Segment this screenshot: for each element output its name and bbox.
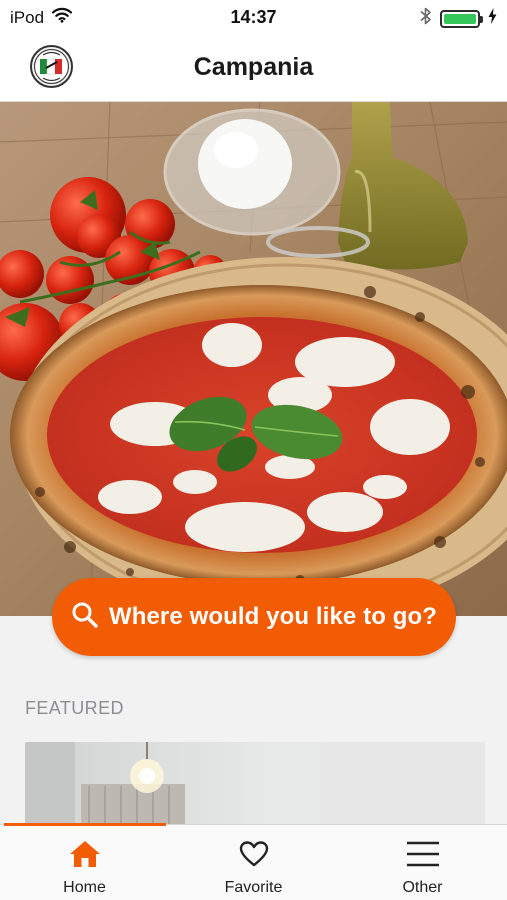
hero-image	[0, 102, 507, 616]
search-label: Where would you like to go?	[108, 603, 438, 630]
heart-icon	[239, 838, 269, 870]
bluetooth-icon	[420, 6, 432, 31]
tab-bar: Home Favorite Other	[0, 823, 507, 900]
featured-section-title: FEATURED	[25, 698, 124, 718]
home-icon	[69, 838, 101, 870]
battery-level	[444, 13, 476, 24]
tab-favorite[interactable]: Favorite	[169, 825, 338, 900]
search-button[interactable]: Where would you like to go?	[52, 578, 456, 656]
tab-label: Home	[63, 879, 106, 896]
tab-label: Favorite	[224, 879, 283, 896]
tab-label: Other	[402, 879, 443, 896]
status-right	[420, 6, 497, 31]
tab-other[interactable]: Other	[338, 825, 507, 900]
tab-home[interactable]: Home	[0, 825, 169, 900]
charging-icon	[488, 8, 497, 29]
page-title: Campania	[193, 53, 314, 81]
featured-card[interactable]	[25, 742, 485, 824]
search-icon	[71, 601, 99, 634]
battery-icon	[440, 9, 483, 28]
nav-bar: Campania	[0, 34, 507, 102]
status-bar: iPod 14:37	[0, 0, 507, 34]
menu-icon	[406, 838, 440, 870]
